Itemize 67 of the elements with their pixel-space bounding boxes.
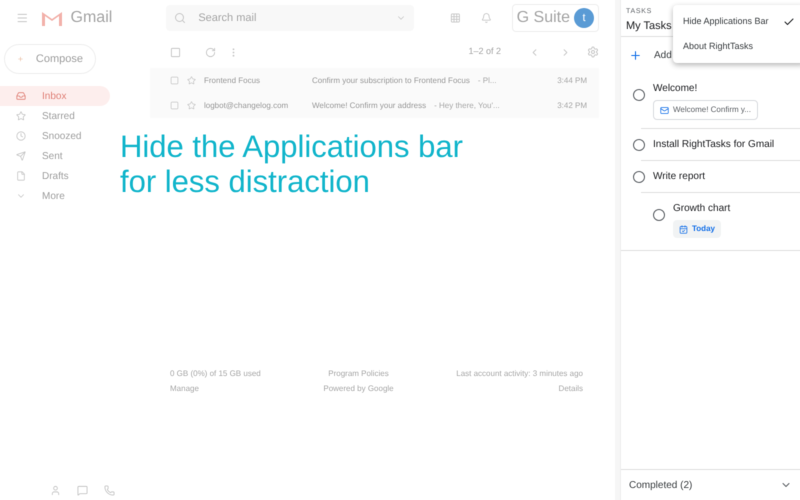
task-title: Growth chart [673,202,730,216]
email-time: 3:42 PM [557,100,587,112]
menu-item[interactable]: Hide Applications Bar [673,9,800,34]
task-checkbox[interactable] [653,209,665,221]
search-input[interactable]: Search mail [198,10,384,26]
phone-icon[interactable] [104,485,115,496]
compose-button[interactable]: Compose [4,44,96,74]
footer-text: 0 GB (0%) of 15 GB used [170,368,261,380]
menu-item[interactable]: About RightTasks [673,34,800,59]
email-subject: Welcome! Confirm your address [312,100,426,112]
task-checkbox[interactable] [633,138,645,150]
chat-icon[interactable] [77,485,88,496]
inbox-icon [16,91,26,101]
email-row[interactable]: Frontend Focus Confirm your subscription to Frontend Focus - Pl... 3:44 PM [150,68,599,93]
email-time: 3:44 PM [557,74,587,86]
task-checkbox[interactable] [633,170,645,182]
star-icon [16,111,26,121]
headline: Hide the Applications bar for less distraction [120,129,463,199]
nav-item[interactable]: Drafts [0,166,110,186]
completed-toggle[interactable]: Completed (2) [629,478,692,492]
email-snippet: - Hey there, You'... [434,100,500,112]
email-row[interactable]: logbot@changelog.com Welcome! Confirm your address - Hey there, You'... 3:42 PM [150,93,599,118]
person-icon[interactable] [50,485,61,496]
footer-text: Last account activity: 3 minutes ago [456,368,583,380]
suite-logo: G Suite [516,8,570,28]
pager-text: 1–2 of 2 [468,45,501,58]
footer-text: Program Policies [328,368,389,380]
add-task-text[interactable]: Add [654,48,672,62]
checkbox-icon[interactable] [170,76,179,85]
refresh-icon[interactable] [205,46,216,58]
clock-icon [16,131,26,141]
send-icon [16,151,26,161]
search-field[interactable]: Search mail [166,5,414,31]
envelope-icon [660,106,669,114]
apps-icon[interactable] [450,12,461,24]
nav-item[interactable]: Snoozed [0,126,110,146]
footer-link[interactable]: Manage [170,383,199,395]
email-subject: Confirm your subscription to Frontend Focus [312,74,470,86]
star-icon[interactable] [187,101,196,110]
plus-icon[interactable] [629,48,642,62]
task-title: Welcome! [653,82,698,96]
nav-item[interactable]: Inbox [0,86,110,106]
nav-item[interactable]: Sent [0,146,110,166]
mail-logo-icon [40,10,63,26]
task-title: Write report [653,170,706,184]
checkbox-icon[interactable] [170,101,179,110]
calendar-icon [679,224,688,234]
nav-item[interactable]: More [0,186,110,206]
app-logo: Gmail [70,8,112,28]
menu-icon[interactable] [16,11,29,25]
star-icon[interactable] [187,76,196,85]
footer-link[interactable]: Details [558,383,583,395]
checkbox-icon[interactable] [170,46,181,58]
avatar[interactable]: t [574,8,594,28]
date-chip[interactable]: Today [673,220,721,238]
email-sender: Frontend Focus [204,74,262,86]
task-title: Install RightTasks for Gmail [653,138,774,152]
nav-item[interactable]: Starred [0,106,110,126]
email-chip[interactable]: Welcome! Confirm y... [653,100,758,120]
settings-icon[interactable] [587,46,599,58]
email-snippet: - Pl... [478,74,497,86]
search-icon [174,12,186,24]
file-icon [16,171,26,181]
footer-link[interactable]: Powered by Google [323,383,394,395]
task-checkbox[interactable] [633,89,645,101]
email-sender: logbot@changelog.com [204,100,290,112]
notifications-icon[interactable] [480,12,492,24]
